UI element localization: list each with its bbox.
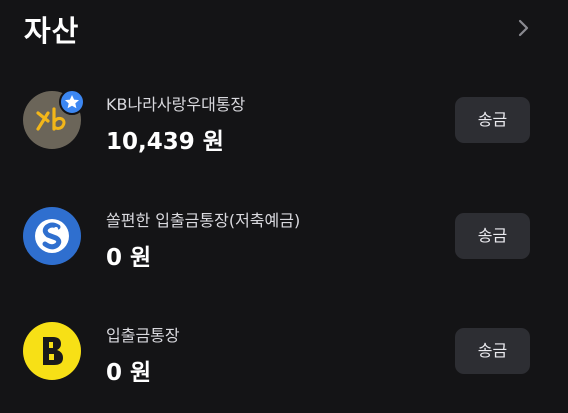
account-row-shinhan[interactable]: 쏠편한 입출금통장(저축예금) 0 원 송금 [0,186,568,286]
send-money-button[interactable]: 송금 [455,97,530,143]
send-money-button[interactable]: 송금 [455,328,530,374]
account-name: KB나라사랑우대통장 [106,95,246,114]
assets-header[interactable]: 자산 [0,0,568,60]
account-balance: 0 원 [106,245,152,271]
account-name: 쏠편한 입출금통장(저축예금) [106,211,301,230]
account-row-kb[interactable]: KB나라사랑우대통장 10,439 원 송금 [0,70,568,170]
account-balance: 10,439 원 [106,129,224,155]
page-title: 자산 [24,14,80,48]
shinhan-bank-logo-icon [23,207,81,265]
account-balance: 0 원 [106,360,152,386]
chevron-right-icon[interactable] [512,17,534,39]
account-row-kakao[interactable]: 입출금통장 0 원 송금 [0,301,568,401]
kakao-bank-logo-icon [23,322,81,380]
account-name: 입출금통장 [106,326,180,345]
send-money-button[interactable]: 송금 [455,213,530,259]
star-badge-icon [59,89,85,115]
